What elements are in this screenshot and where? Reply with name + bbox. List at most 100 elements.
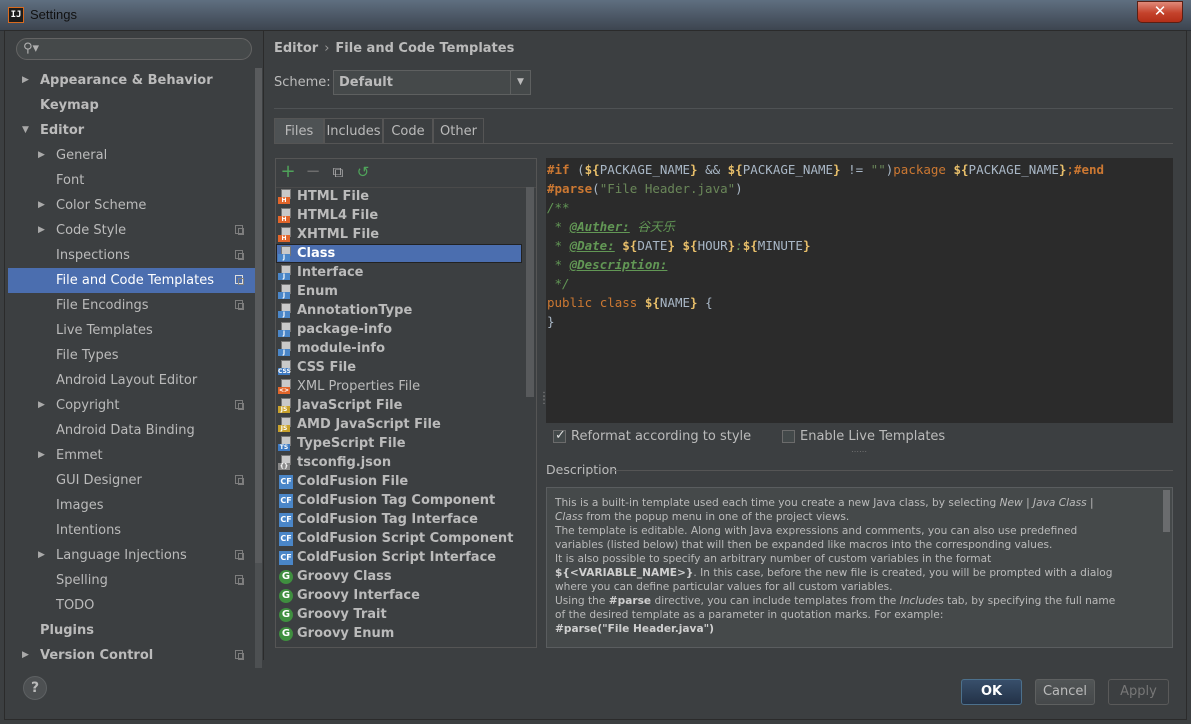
sidebar-item-inspections[interactable]: Inspections: [8, 243, 255, 268]
template-list-item[interactable]: J AnnotationType: [276, 301, 522, 320]
sidebar-item-version-control[interactable]: ▶ Version Control: [8, 643, 255, 660]
template-list-item[interactable]: CSS CSS File: [276, 358, 522, 377]
description-line: Class from the popup menu in one of the …: [555, 510, 1155, 524]
sidebar-item-android-data-binding[interactable]: Android Data Binding: [8, 418, 255, 443]
cancel-button[interactable]: Cancel: [1035, 679, 1095, 705]
code-line: * @Auther: 谷天乐: [547, 217, 675, 236]
template-list-item[interactable]: G Groovy Enum: [276, 624, 522, 643]
template-list-item[interactable]: G Groovy Interface: [276, 586, 522, 605]
sidebar-item-general[interactable]: ▶ General: [8, 143, 255, 168]
help-button[interactable]: ?: [23, 676, 47, 700]
template-list-item[interactable]: CF ColdFusion Script Component: [276, 529, 522, 548]
sidebar-item-editor[interactable]: ▼ Editor: [8, 118, 255, 143]
template-list-item[interactable]: J Interface: [276, 263, 522, 282]
sidebar-item-file-encodings[interactable]: File Encodings: [8, 293, 255, 318]
template-list-scroll-thumb[interactable]: [526, 187, 534, 397]
collapsed-arrow-icon[interactable]: ▶: [38, 443, 45, 468]
project-level-icon: [235, 475, 244, 485]
sidebar-item-appearance-behavior[interactable]: ▶ Appearance & Behavior: [8, 68, 255, 93]
sidebar-item-color-scheme[interactable]: ▶ Color Scheme: [8, 193, 255, 218]
template-list-item[interactable]: H XHTML File: [276, 225, 522, 244]
xml-file-icon: <>: [278, 379, 292, 394]
collapsed-arrow-icon[interactable]: ▶: [38, 218, 45, 243]
sidebar-item-font[interactable]: Font: [8, 168, 255, 193]
description-line: of the desired template as a parameter i…: [555, 608, 1155, 622]
sidebar-scrollbar[interactable]: [255, 68, 262, 668]
code-token: HOUR: [697, 238, 728, 253]
template-list-item[interactable]: H HTML File: [276, 187, 522, 206]
sidebar-item-live-templates[interactable]: Live Templates: [8, 318, 255, 343]
sidebar-divider[interactable]: [263, 30, 264, 660]
sidebar-item-keymap[interactable]: Keymap: [8, 93, 255, 118]
sidebar-item-plugins[interactable]: Plugins: [8, 618, 255, 643]
collapsed-arrow-icon[interactable]: ▶: [38, 543, 45, 568]
settings-search-input[interactable]: ⚲▾: [16, 38, 252, 60]
description-line: ${<VARIABLE_NAME>}. In this case, before…: [555, 566, 1155, 580]
collapsed-arrow-icon[interactable]: ▶: [38, 393, 45, 418]
copy-template-button[interactable]: ⧉: [328, 162, 348, 182]
sidebar-item-spelling[interactable]: Spelling: [8, 568, 255, 593]
description-text: #parse("File Header.java"): [555, 623, 714, 635]
template-list-scrollbar[interactable]: [526, 187, 534, 647]
sidebar-item-file-and-code-templates[interactable]: File and Code Templates: [8, 268, 255, 293]
template-list-item[interactable]: CF ColdFusion File: [276, 472, 522, 491]
template-list-item[interactable]: Jmodule-info: [276, 339, 522, 358]
template-list-item[interactable]: G Groovy Class: [276, 567, 522, 586]
scheme-dropdown[interactable]: Default ▼: [333, 70, 531, 95]
sidebar-item-todo[interactable]: TODO: [8, 593, 255, 618]
coldfusion-icon: CF: [278, 493, 293, 508]
template-list-item[interactable]: J Enum: [276, 282, 522, 301]
template-list-item[interactable]: CF ColdFusion Tag Interface: [276, 510, 522, 529]
checkbox-box[interactable]: [782, 430, 795, 443]
sidebar-scroll-thumb[interactable]: [255, 68, 262, 563]
ts-file-icon: TS: [278, 436, 292, 451]
ok-button[interactable]: OK: [961, 679, 1022, 705]
sidebar-item-language-injections[interactable]: ▶ Language Injections: [8, 543, 255, 568]
project-level-icon: [235, 650, 244, 660]
template-list-item[interactable]: JS AMD JavaScript File: [276, 415, 522, 434]
reset-template-button[interactable]: ↺: [353, 162, 373, 182]
template-list-item[interactable]: JS JavaScript File: [276, 396, 522, 415]
sidebar-item-gui-designer[interactable]: GUI Designer: [8, 468, 255, 493]
tab-includes[interactable]: Includes: [324, 118, 383, 143]
tab-other[interactable]: Other: [433, 118, 484, 143]
remove-template-button[interactable]: −: [303, 162, 323, 182]
template-list-item[interactable]: <> XML Properties File: [276, 377, 522, 396]
collapsed-arrow-icon[interactable]: ▶: [38, 143, 45, 168]
description-text: ${<VARIABLE_NAME>}: [555, 567, 694, 579]
sidebar-item-file-types[interactable]: File Types: [8, 343, 255, 368]
description-line: It is also possible to specify an arbitr…: [555, 552, 1155, 566]
collapsed-arrow-icon[interactable]: ▶: [22, 643, 29, 660]
template-list-item[interactable]: {} tsconfig.json: [276, 453, 522, 472]
template-list-item[interactable]: CF ColdFusion Script Interface: [276, 548, 522, 567]
code-token: ${: [727, 162, 743, 177]
apply-button[interactable]: Apply: [1108, 679, 1169, 705]
template-code-editor[interactable]: #if (${PACKAGE_NAME} && ${PACKAGE_NAME} …: [546, 158, 1173, 423]
collapsed-arrow-icon[interactable]: ▶: [22, 68, 29, 93]
close-window-button[interactable]: ✕: [1137, 1, 1183, 23]
sidebar-item-emmet[interactable]: ▶ Emmet: [8, 443, 255, 468]
template-list-item[interactable]: CF ColdFusion Tag Component: [276, 491, 522, 510]
sidebar-item-code-style[interactable]: ▶ Code Style: [8, 218, 255, 243]
template-list-item[interactable]: Jpackage-info: [276, 320, 522, 339]
sidebar-item-intentions[interactable]: Intentions: [8, 518, 255, 543]
resize-grip-icon[interactable]: ⋯⋯: [851, 447, 867, 456]
collapsed-arrow-icon[interactable]: ▶: [38, 193, 45, 218]
template-list-item[interactable]: G Groovy Trait: [276, 605, 522, 624]
sidebar-item-copyright[interactable]: ▶ Copyright: [8, 393, 255, 418]
add-template-button[interactable]: +: [278, 162, 298, 182]
template-label: AnnotationType: [297, 303, 413, 318]
sidebar-item-android-layout-editor[interactable]: Android Layout Editor: [8, 368, 255, 393]
description-scroll-thumb[interactable]: [1163, 490, 1170, 532]
code-token: }: [802, 238, 811, 253]
expanded-arrow-icon[interactable]: ▼: [22, 118, 29, 143]
sidebar-item-images[interactable]: Images: [8, 493, 255, 518]
tab-files[interactable]: Files: [274, 118, 324, 143]
title-bar: IJ Settings ✕: [0, 0, 1191, 31]
template-list-item[interactable]: H HTML4 File: [276, 206, 522, 225]
template-list-item[interactable]: TS TypeScript File: [276, 434, 522, 453]
tab-code[interactable]: Code: [383, 118, 433, 143]
file-type-badge: {}: [278, 463, 290, 470]
template-list-item[interactable]: J Class: [276, 244, 522, 263]
checkbox-box[interactable]: ✓: [553, 428, 566, 443]
